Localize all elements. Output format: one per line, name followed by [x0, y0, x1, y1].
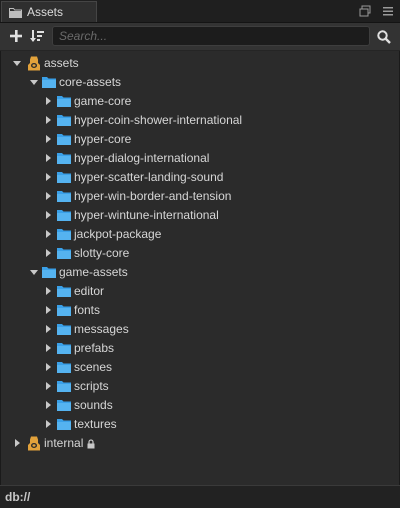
collapse-arrow-icon[interactable]: [46, 306, 51, 314]
tree-item-assets[interactable]: assets: [0, 54, 398, 73]
tree-item-label: scenes: [74, 360, 113, 374]
collapse-arrow-icon[interactable]: [46, 230, 51, 238]
collapse-arrow-icon[interactable]: [46, 325, 51, 333]
folder-icon: [42, 266, 56, 281]
tree-item-folder[interactable]: fonts: [0, 301, 398, 320]
tree-item-folder[interactable]: jackpot-package: [0, 225, 398, 244]
collapse-arrow-icon[interactable]: [46, 116, 51, 124]
tree-item-folder[interactable]: hyper-dialog-international: [0, 149, 398, 168]
search-input[interactable]: [52, 26, 370, 46]
folder-icon: [57, 342, 71, 357]
folder-icon: [57, 114, 71, 129]
tree-item-label: hyper-coin-shower-international: [74, 113, 243, 127]
tree-item-folder[interactable]: game-core: [0, 92, 398, 111]
folder-icon: [9, 7, 22, 21]
collapse-arrow-icon[interactable]: [46, 344, 51, 352]
tree-item-core-assets[interactable]: core-assets: [0, 73, 398, 92]
collapse-arrow-icon[interactable]: [15, 439, 20, 447]
folder-icon: [57, 380, 71, 395]
db-path: db://: [5, 490, 31, 504]
tree-item-label: game-assets: [59, 265, 128, 279]
tree-item-internal[interactable]: internal: [0, 434, 398, 453]
collapse-arrow-icon[interactable]: [46, 192, 51, 200]
tree-item-label: hyper-win-border-and-tension: [74, 189, 232, 203]
tree-item-label: hyper-dialog-international: [74, 151, 210, 165]
folder-icon: [57, 133, 71, 148]
sort-icon[interactable]: [29, 28, 45, 44]
folder-icon: [57, 247, 71, 262]
tree-item-folder[interactable]: hyper-wintune-international: [0, 206, 398, 225]
tree-item-label: textures: [74, 417, 117, 431]
database-icon: [27, 436, 41, 454]
tree-item-folder[interactable]: scripts: [0, 377, 398, 396]
tree-item-folder[interactable]: hyper-core: [0, 130, 398, 149]
collapse-arrow-icon[interactable]: [46, 382, 51, 390]
toolbar: [0, 23, 400, 51]
tree-item-label: fonts: [74, 303, 101, 317]
tree-item-label: hyper-core: [74, 132, 132, 146]
tree-item-folder[interactable]: hyper-coin-shower-international: [0, 111, 398, 130]
folder-icon: [57, 190, 71, 205]
tree-item-label: messages: [74, 322, 129, 336]
collapse-arrow-icon[interactable]: [46, 420, 51, 428]
tree-item-label: assets: [44, 56, 79, 70]
add-icon[interactable]: [8, 28, 24, 44]
folder-icon: [57, 285, 71, 300]
tree-item-folder[interactable]: hyper-scatter-landing-sound: [0, 168, 398, 187]
tree-item-label: slotty-core: [74, 246, 130, 260]
tree-item-folder[interactable]: prefabs: [0, 339, 398, 358]
tree-item-label: hyper-wintune-international: [74, 208, 219, 222]
tree-item-label: hyper-scatter-landing-sound: [74, 170, 224, 184]
tree-item-label: game-core: [74, 94, 132, 108]
tree-item-label: prefabs: [74, 341, 115, 355]
folder-icon: [57, 361, 71, 376]
folder-icon: [57, 95, 71, 110]
folder-icon: [57, 152, 71, 167]
collapse-arrow-icon[interactable]: [46, 401, 51, 409]
collapse-arrow-icon[interactable]: [46, 211, 51, 219]
tree-item-label: sounds: [74, 398, 113, 412]
tree-item-folder[interactable]: textures: [0, 415, 398, 434]
tree-item-folder[interactable]: editor: [0, 282, 398, 301]
database-icon: [27, 56, 41, 74]
lock-icon: [87, 438, 95, 452]
tree-item-folder[interactable]: messages: [0, 320, 398, 339]
tab-bar: Assets: [0, 0, 400, 23]
maximize-icon[interactable]: [358, 4, 372, 18]
collapse-arrow-icon[interactable]: [46, 173, 51, 181]
folder-icon: [57, 171, 71, 186]
collapse-arrow-icon[interactable]: [46, 97, 51, 105]
status-bar: db://: [0, 485, 400, 508]
tree-item-folder[interactable]: hyper-win-border-and-tension: [0, 187, 398, 206]
tree-item-label: editor: [74, 284, 105, 298]
tree-item-game-assets[interactable]: game-assets: [0, 263, 398, 282]
tree-item-label: scripts: [74, 379, 109, 393]
folder-icon: [57, 323, 71, 338]
search-icon[interactable]: [376, 29, 392, 45]
collapse-arrow-icon[interactable]: [46, 154, 51, 162]
expand-arrow-icon[interactable]: [13, 61, 21, 66]
expand-arrow-icon[interactable]: [30, 80, 38, 85]
collapse-arrow-icon[interactable]: [46, 249, 51, 257]
folder-icon: [57, 399, 71, 414]
tree-item-label: jackpot-package: [74, 227, 162, 241]
tree-item-folder[interactable]: sounds: [0, 396, 398, 415]
expand-arrow-icon[interactable]: [30, 270, 38, 275]
folder-icon: [42, 76, 56, 91]
folder-icon: [57, 209, 71, 224]
menu-icon[interactable]: [381, 4, 395, 18]
tree-item-label: core-assets: [59, 75, 122, 89]
tree-item-label: internal: [44, 436, 84, 450]
collapse-arrow-icon[interactable]: [46, 135, 51, 143]
folder-icon: [57, 304, 71, 319]
tree-item-folder[interactable]: slotty-core: [0, 244, 398, 263]
tab-title: Assets: [27, 5, 64, 19]
folder-icon: [57, 228, 71, 243]
folder-icon: [57, 418, 71, 433]
collapse-arrow-icon[interactable]: [46, 287, 51, 295]
tab-assets[interactable]: Assets: [1, 1, 97, 22]
collapse-arrow-icon[interactable]: [46, 363, 51, 371]
tree-item-folder[interactable]: scenes: [0, 358, 398, 377]
